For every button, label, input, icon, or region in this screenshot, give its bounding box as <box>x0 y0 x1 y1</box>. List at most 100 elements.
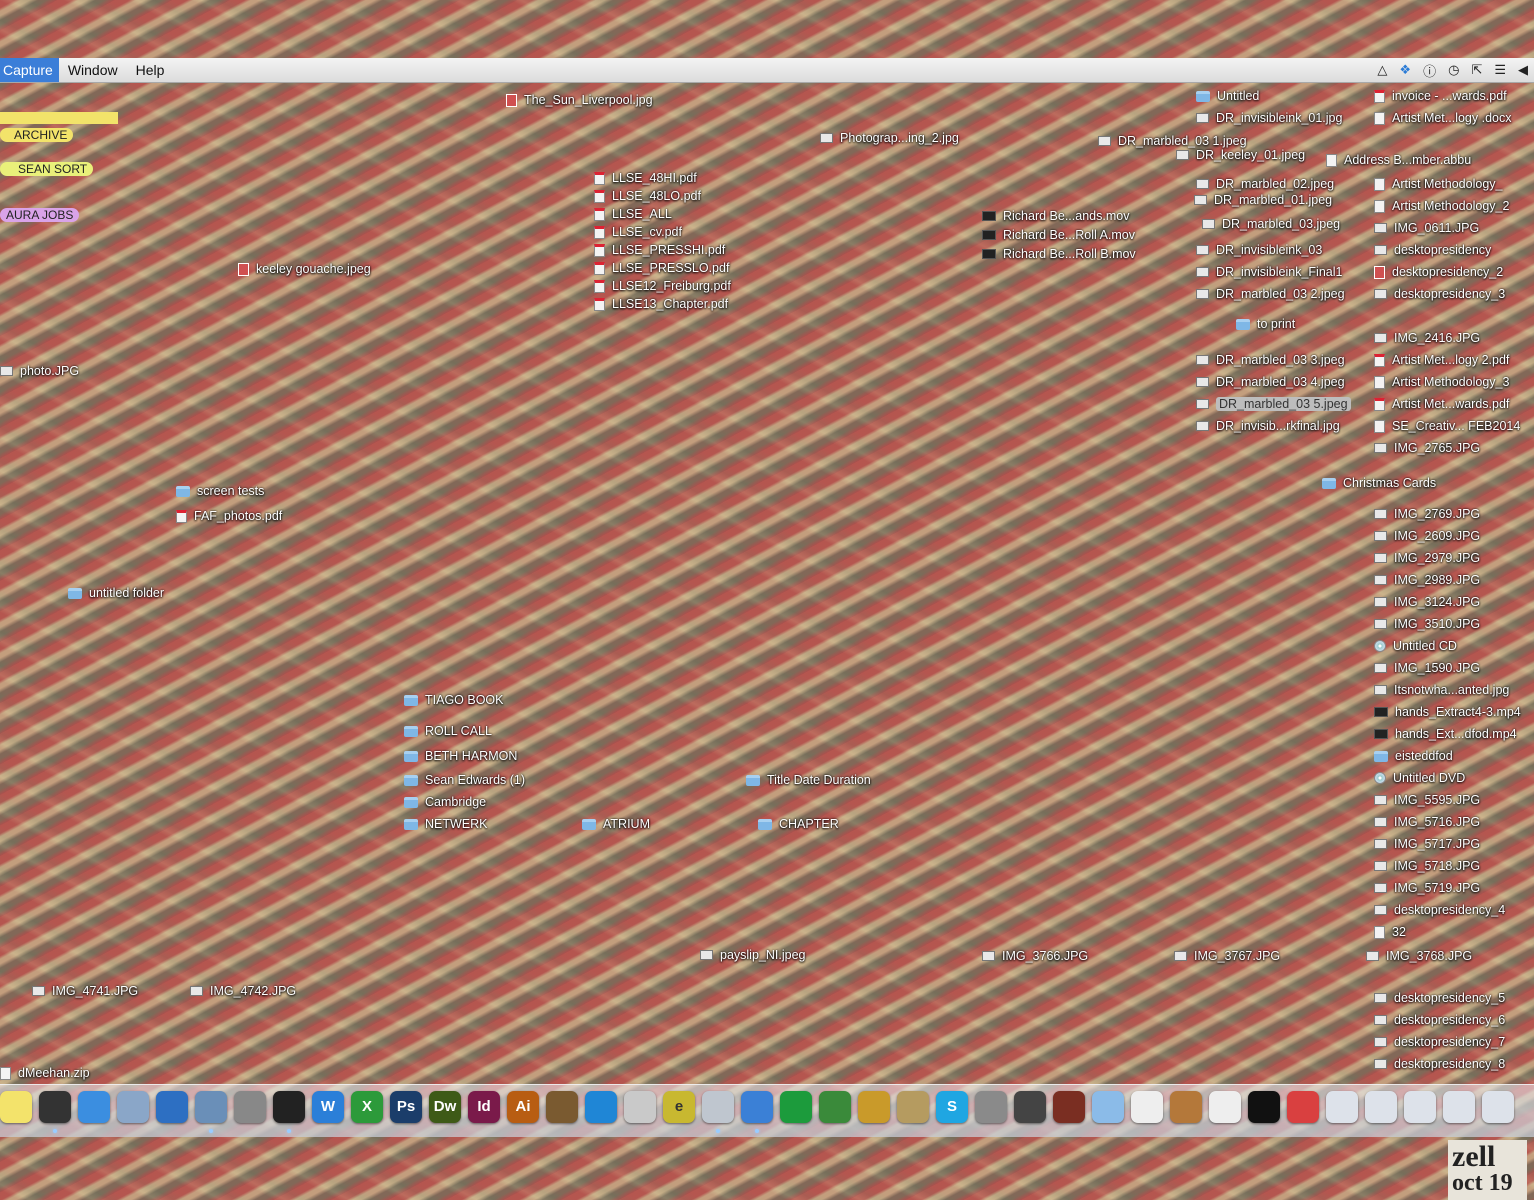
desktop-icon[interactable]: Untitled <box>1196 89 1259 103</box>
window-icon[interactable] <box>1365 1091 1397 1123</box>
desktop-icon[interactable]: desktopresidency <box>1374 243 1491 257</box>
desktop-icon[interactable]: BETH HARMON <box>404 749 517 763</box>
desktop-icon[interactable]: LLSE12_Freiburg.pdf <box>594 279 731 293</box>
desktop-icon[interactable]: IMG_5718.JPG <box>1374 859 1480 873</box>
desktop-icon[interactable]: DR_marbled_03 4.jpeg <box>1196 375 1345 389</box>
desktop-icon[interactable]: IMG_2769.JPG <box>1374 507 1480 521</box>
desktop-icon[interactable]: IMG_3768.JPG <box>1366 949 1472 963</box>
maps-icon[interactable] <box>819 1091 851 1123</box>
desktop-icon[interactable]: IMG_5595.JPG <box>1374 793 1480 807</box>
desktop-icon[interactable]: Cambridge <box>404 795 486 809</box>
desktop-icon[interactable]: DR_invisibleink_03 <box>1196 243 1322 257</box>
desktop-icon[interactable]: DR_marbled_03 1.jpeg <box>1098 134 1247 148</box>
folder-icon[interactable] <box>1092 1091 1124 1123</box>
desktop-icon[interactable]: desktopresidency_8 <box>1374 1057 1505 1071</box>
screenshot-icon[interactable] <box>234 1091 266 1123</box>
desktop-icon[interactable]: LLSE_PRESSHI.pdf <box>594 243 725 257</box>
desktop-icon[interactable]: desktopresidency_3 <box>1374 287 1505 301</box>
desktop-icon[interactable]: Artist Methodology_3 <box>1374 375 1509 389</box>
bird-icon[interactable] <box>546 1091 578 1123</box>
window-icon[interactable] <box>1443 1091 1475 1123</box>
desktop-icon[interactable]: FAF_photos.pdf <box>176 509 282 523</box>
tag-aura-jobs[interactable]: AURA JOBS <box>0 208 80 222</box>
desktop-icon[interactable]: DR_invisibleink_01.jpg <box>1196 111 1342 125</box>
desktop-icon[interactable]: DR_marbled_03 2.jpeg <box>1196 287 1345 301</box>
desktop-icon[interactable]: Itsnotwha...anted.jpg <box>1374 683 1509 697</box>
menu-app-name[interactable]: Capture <box>0 58 59 82</box>
book-icon[interactable] <box>1053 1091 1085 1123</box>
desktop-icon[interactable]: photo.JPG <box>0 364 79 378</box>
iphoto-icon[interactable] <box>195 1091 227 1123</box>
desktop-icon[interactable]: 32 <box>1374 925 1406 939</box>
desktop-icon[interactable]: IMG_2609.JPG <box>1374 529 1480 543</box>
alert-icon[interactable]: ⓘ <box>1423 61 1436 80</box>
desktop-icon[interactable]: Richard Be...ands.mov <box>982 209 1129 223</box>
red-document-icon[interactable] <box>1287 1091 1319 1123</box>
desktop-icon[interactable]: TIAGO BOOK <box>404 693 504 707</box>
desktop-icon[interactable]: hands_Extract4-3.mp4 <box>1374 705 1521 719</box>
wifi-icon[interactable]: ☰ <box>1494 62 1506 78</box>
desktop-icon[interactable]: CHAPTER <box>758 817 839 831</box>
desktop-icon[interactable]: IMG_2765.JPG <box>1374 441 1480 455</box>
screen-icon[interactable] <box>1014 1091 1046 1123</box>
desktop-icon[interactable]: DR_marbled_03.jpeg <box>1202 217 1340 231</box>
calendar-icon[interactable] <box>1209 1091 1241 1123</box>
skype-icon[interactable]: S <box>936 1091 968 1123</box>
window-icon[interactable] <box>1404 1091 1436 1123</box>
mail-icon[interactable] <box>702 1091 734 1123</box>
desktop-icon[interactable]: SE_Creativ... FEB2014 <box>1374 419 1520 433</box>
desktop-icon[interactable]: IMG_1590.JPG <box>1374 661 1480 675</box>
desktop-icon[interactable]: IMG_3767.JPG <box>1174 949 1280 963</box>
desktop-icon[interactable]: ROLL CALL <box>404 724 492 738</box>
desktop-icon[interactable]: invoice - ...wards.pdf <box>1374 89 1507 103</box>
tag-archive[interactable]: ARCHIVE <box>0 128 74 142</box>
desktop-icon[interactable]: IMG_3124.JPG <box>1374 595 1480 609</box>
preview-icon[interactable] <box>117 1091 149 1123</box>
desktop-icon[interactable]: desktopresidency_4 <box>1374 903 1505 917</box>
desktop-icon[interactable]: LLSE_ALL <box>594 207 672 221</box>
spotify-icon[interactable] <box>780 1091 812 1123</box>
desktop-icon[interactable]: Artist Methodology_ <box>1374 177 1502 191</box>
desktop-icon[interactable]: IMG_5717.JPG <box>1374 837 1480 851</box>
desktop-icon[interactable]: hands_Ext...dfod.mp4 <box>1374 727 1517 741</box>
word-icon[interactable]: W <box>312 1091 344 1123</box>
desktop-icon[interactable]: desktopresidency_7 <box>1374 1035 1505 1049</box>
photoshop-icon[interactable]: Ps <box>390 1091 422 1123</box>
desktop-icon[interactable]: IMG_3510.JPG <box>1374 617 1480 631</box>
desktop-icon[interactable]: LLSE13_Chapter.pdf <box>594 297 728 311</box>
bluetooth-icon[interactable]: ⇱ <box>1471 62 1482 78</box>
illustrator-icon[interactable]: Ai <box>507 1091 539 1123</box>
window-icon[interactable] <box>1326 1091 1358 1123</box>
desktop-icon[interactable]: desktopresidency_2 <box>1374 265 1503 279</box>
phone-icon[interactable] <box>1248 1091 1280 1123</box>
desktop-icon[interactable]: Artist Methodology_2 <box>1374 199 1509 213</box>
desktop-icon[interactable]: Richard Be...Roll B.mov <box>982 247 1136 261</box>
desktop-icon[interactable]: Title Date Duration <box>746 773 871 787</box>
desktop-icon[interactable]: DR_invisib...rkfinal.jpg <box>1196 419 1340 433</box>
desktop-icon[interactable]: desktopresidency_5 <box>1374 991 1505 1005</box>
desktop-icon[interactable]: Untitled CD <box>1374 639 1457 653</box>
desktop-icon[interactable]: IMG_2979.JPG <box>1374 551 1480 565</box>
desktop-icon[interactable]: IMG_2416.JPG <box>1374 331 1480 345</box>
desktop-icon[interactable]: IMG_2989.JPG <box>1374 573 1480 587</box>
desktop-icon[interactable]: Address B...mber.abbu <box>1326 153 1471 167</box>
dashboard-icon[interactable] <box>39 1091 71 1123</box>
contacts-icon[interactable] <box>897 1091 929 1123</box>
stickies-icon[interactable] <box>0 1091 32 1123</box>
quicktime-icon[interactable] <box>585 1091 617 1123</box>
thunderbird-icon[interactable] <box>156 1091 188 1123</box>
desktop-icon[interactable]: LLSE_48LO.pdf <box>594 189 701 203</box>
excel-icon[interactable]: X <box>351 1091 383 1123</box>
desktop-icon[interactable]: desktopresidency_6 <box>1374 1013 1505 1027</box>
desktop-icon[interactable]: LLSE_PRESSLO.pdf <box>594 261 729 275</box>
desktop-icon[interactable]: payslip_NI.jpeg <box>700 948 805 962</box>
desktop-icon[interactable]: Photograp...ing_2.jpg <box>820 131 959 145</box>
volume-icon[interactable]: ◀ <box>1518 62 1528 78</box>
dropbox-icon[interactable]: ❖ <box>1399 62 1411 78</box>
desktop-icon[interactable]: Christmas Cards <box>1322 476 1436 490</box>
desktop-icon[interactable]: DR_marbled_03 3.jpeg <box>1196 353 1345 367</box>
aperture-icon[interactable] <box>273 1091 305 1123</box>
pencil-icon[interactable] <box>624 1091 656 1123</box>
desktop-icon[interactable]: untitled folder <box>68 586 164 600</box>
desktop-icon[interactable]: DR_marbled_01.jpeg <box>1194 193 1332 207</box>
